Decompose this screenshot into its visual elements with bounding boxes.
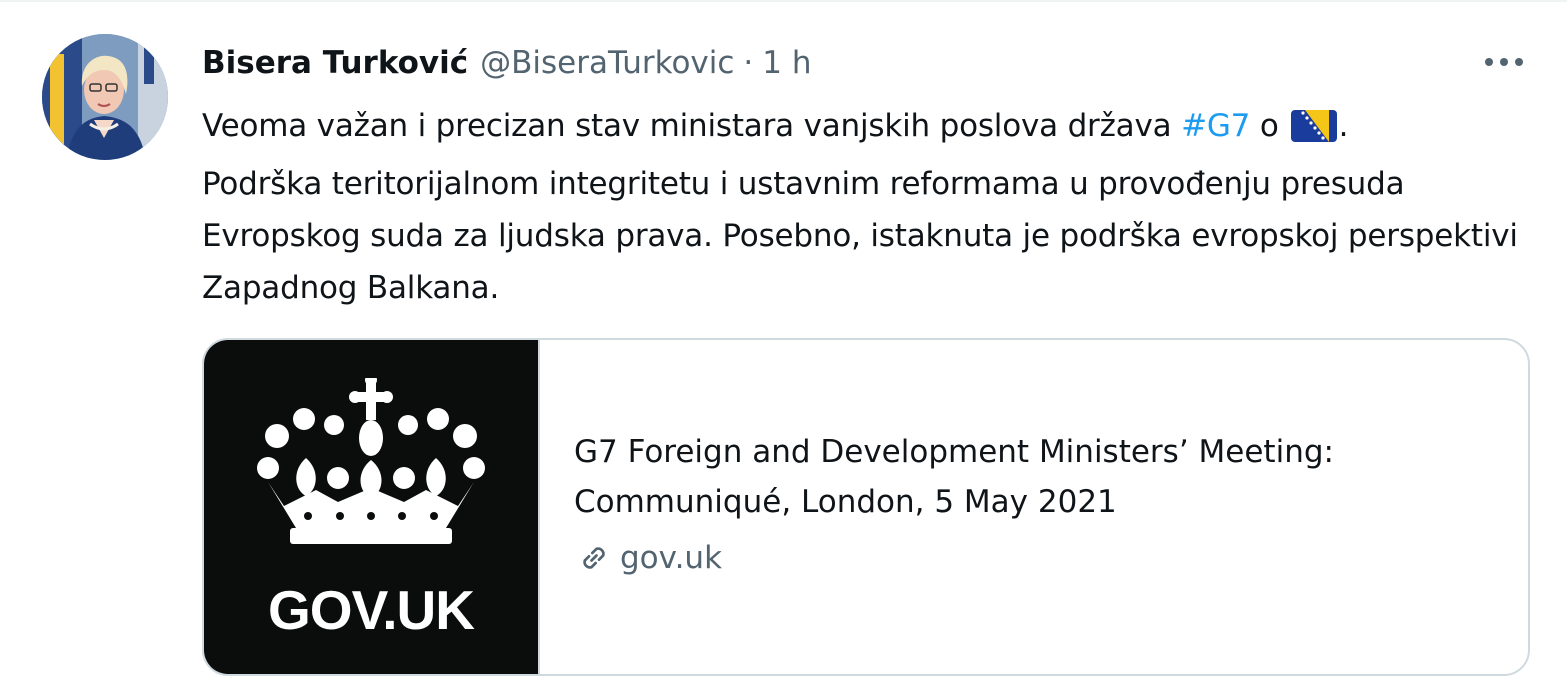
- tweet-text-part3: .: [1338, 108, 1349, 144]
- crown-logo: [257, 378, 485, 544]
- tweet-text-part1: Veoma važan i precizan stav ministara va…: [202, 108, 1182, 144]
- separator-dot: ·: [743, 45, 754, 81]
- card-domain[interactable]: gov.uk: [574, 535, 1528, 581]
- bosnia-flag-emoji: [1290, 106, 1337, 158]
- hashtag-link[interactable]: #G7: [1181, 108, 1250, 144]
- tweet-timestamp[interactable]: 1 h: [762, 40, 811, 86]
- card-title[interactable]: G7 Foreign and Development Ministers’ Me…: [574, 427, 1474, 527]
- more-horizontal-icon: [1484, 52, 1524, 71]
- author-handle[interactable]: @BiseraTurkovic: [480, 40, 734, 86]
- author-name[interactable]: Bisera Turković: [202, 40, 468, 86]
- card-body: G7 Foreign and Development Ministers’ Me…: [540, 340, 1528, 674]
- tweet-text: Veoma važan i precizan stav ministara va…: [202, 100, 1522, 314]
- card-domain-text: gov.uk: [620, 540, 723, 576]
- top-divider: [0, 0, 1567, 2]
- more-options-button[interactable]: [1476, 46, 1532, 76]
- tweet-header: Bisera Turković @BiseraTurkovic · 1 h: [202, 40, 812, 86]
- link-icon: [574, 538, 614, 578]
- tweet-text-part4: Podrška teritorijalnom integritetu i ust…: [202, 166, 1518, 306]
- card-image: GOV.UK: [204, 340, 540, 674]
- avatar[interactable]: [42, 34, 168, 160]
- tweet-text-part2: o: [1250, 108, 1279, 144]
- link-preview-card[interactable]: GOV.UK G7 Foreign and Development Minist…: [202, 338, 1530, 676]
- govuk-wordmark: GOV.UK: [268, 579, 475, 641]
